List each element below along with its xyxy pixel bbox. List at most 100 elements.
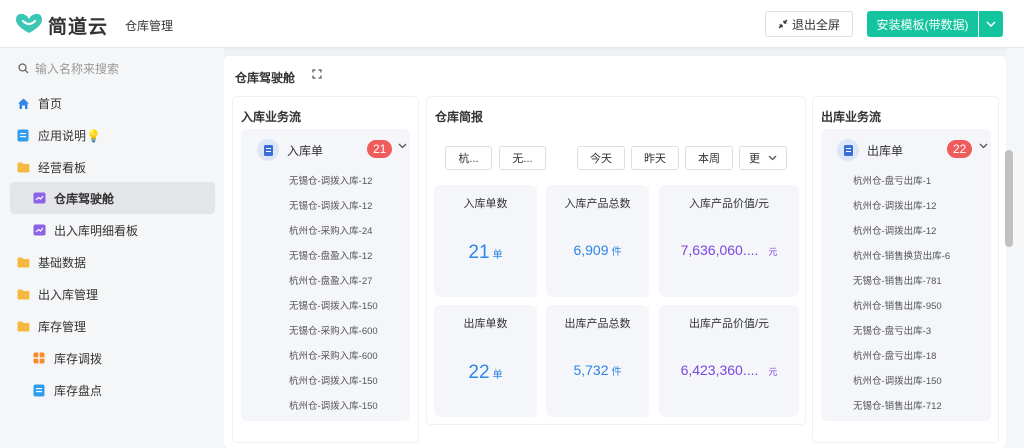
exit-fullscreen-button[interactable]: 退出全屏 [765, 11, 853, 37]
sidebar-search[interactable]: 输入名称来搜索 [18, 60, 119, 77]
sidebar-item-label: 首页 [38, 96, 63, 111]
warehouse-filter-1[interactable]: 杭... [445, 146, 492, 170]
list-item[interactable]: 杭州仓-盘亏出库-1 [821, 169, 991, 194]
sidebar-item-label: 出入库明细看板 [54, 223, 139, 238]
filter-this-week[interactable]: 本周 [685, 146, 733, 170]
list-item[interactable]: 无锡仓-销售出库-781 [821, 269, 991, 294]
stat-number: 7,636,060.... [680, 242, 759, 258]
list-item[interactable]: 杭州仓-销售换货出库-6 [821, 244, 991, 269]
install-dropdown-button[interactable] [979, 11, 1003, 37]
folder-icon [16, 255, 30, 269]
page-scrollbar-track[interactable] [1006, 48, 1024, 448]
stat-label: 入库产品总数 [564, 198, 631, 210]
doc-name: 出库单 [867, 143, 904, 158]
fullscreen-icon[interactable] [312, 69, 322, 79]
install-template-button[interactable]: 安装模板(带数据) [867, 11, 978, 37]
list-item[interactable]: 杭州仓-盘盈入库-27 [241, 269, 410, 294]
sidebar-item-label: 应用说明💡 [38, 128, 101, 143]
list-item[interactable]: 杭州仓-采购入库-600 [241, 344, 410, 369]
sidebar-item-app-guide[interactable]: 应用说明💡 [10, 119, 215, 151]
list-item[interactable]: 无锡仓-调拨入库-12 [241, 169, 410, 194]
logo-text: 简道云 [48, 17, 109, 38]
list-item[interactable]: 无锡仓-调拨入库-150 [241, 294, 410, 319]
exit-fullscreen-label: 退出全屏 [791, 17, 840, 32]
folder-icon [16, 287, 30, 301]
stat-label: 出库产品价值/元 [688, 318, 770, 330]
warehouse-filter-2[interactable]: 无... [499, 146, 546, 170]
stat-unit: 单 [492, 370, 503, 381]
sidebar-item-label: 经营看板 [38, 160, 87, 175]
list-item[interactable]: 杭州仓-调拨出库-150 [821, 369, 991, 394]
sidebar-item-label: 库存管理 [38, 319, 87, 334]
app-title: 仓库管理 [125, 19, 174, 33]
stat-number: 21 [468, 242, 490, 263]
filter-today[interactable]: 今天 [577, 146, 625, 170]
chevron-down-icon [986, 21, 996, 27]
stat-unit: 件 [611, 247, 622, 258]
list-item[interactable]: 杭州仓-销售出库-950 [821, 294, 991, 319]
folder-icon [16, 160, 30, 174]
chevron-down-icon[interactable] [979, 143, 988, 149]
list-item[interactable]: 无锡仓-销售出库-712 [821, 394, 991, 419]
sidebar-item-label: 基础数据 [38, 255, 87, 270]
stat-value: 7,636,060.... 元 [659, 242, 799, 258]
stat-number: 5,732 [573, 362, 609, 378]
stat-label: 出库产品总数 [564, 318, 631, 330]
stat-value: 22 单 [434, 362, 537, 384]
list-item[interactable]: 杭州仓-调拨出库-12 [821, 219, 991, 244]
outbound-doc-head[interactable]: 出库单 [837, 139, 903, 161]
chevron-down-icon[interactable] [398, 143, 407, 149]
page-scrollbar-thumb[interactable] [1005, 150, 1013, 247]
home-icon [16, 96, 30, 110]
stat-value: 6,909 件 [546, 242, 649, 258]
sidebar-item-basic-data[interactable]: 基础数据 [10, 246, 215, 278]
list-item[interactable]: 杭州仓-采购入库-24 [241, 219, 410, 244]
folder-icon [16, 319, 30, 333]
doc-name: 入库单 [287, 143, 324, 158]
inbound-doc-head[interactable]: 入库单 [257, 139, 323, 161]
install-template-label: 安装模板(带数据) [876, 17, 969, 32]
sidebar-item-home[interactable]: 首页 [10, 87, 215, 119]
stat-outbound-products: 出库产品总数 5,732 件 [546, 305, 649, 417]
sidebar-item-label: 仓库驾驶舱 [54, 191, 115, 206]
shrink-icon [778, 19, 788, 29]
filter-more-label: 更 [749, 153, 760, 165]
stat-value: 6,423,360.... 元 [659, 362, 799, 378]
app-header: 简道云 仓库管理 退出全屏 安装模板(带数据) [0, 0, 1024, 48]
sidebar-item-business-board[interactable]: 经营看板 [10, 151, 215, 183]
sidebar-item-warehouse-cockpit[interactable]: 仓库驾驶舱 [10, 182, 215, 214]
doc-icon [16, 128, 30, 142]
dashboard-icon [32, 191, 46, 205]
filter-yesterday[interactable]: 昨天 [631, 146, 679, 170]
sidebar-item-inventory-transfer[interactable]: 库存调拨 [10, 342, 215, 374]
search-placeholder: 输入名称来搜索 [35, 62, 120, 76]
list-item[interactable]: 杭州仓-盘亏出库-18 [821, 344, 991, 369]
doc-icon [32, 383, 46, 397]
sidebar-item-inout-detail-board[interactable]: 出入库明细看板 [10, 214, 215, 246]
dashboard-icon [32, 223, 46, 237]
inbound-list: 无锡仓-调拨入库-12 无锡仓-调拨入库-12 杭州仓-采购入库-24 无锡仓-… [241, 169, 410, 419]
outbound-card: 出库单 22 杭州仓-盘亏出库-1 杭州仓-调拨出库-12 杭州仓-调拨出库-1… [821, 129, 991, 421]
sidebar-item-inout-management[interactable]: 出入库管理 [10, 278, 215, 310]
list-item[interactable]: 杭州仓-调拨入库-150 [241, 369, 410, 394]
list-item[interactable]: 无锡仓-采购入库-600 [241, 319, 410, 344]
list-item[interactable]: 杭州仓-调拨入库-150 [241, 394, 410, 419]
panel-title: 入库业务流 [241, 110, 302, 124]
sidebar-item-inventory-count[interactable]: 库存盘点 [10, 374, 215, 406]
stat-number: 6,423,360.... [680, 362, 759, 378]
list-item[interactable]: 无锡仓-盘盈入库-12 [241, 244, 410, 269]
list-item[interactable]: 无锡仓-调拨入库-12 [241, 194, 410, 219]
stat-inbound-value: 入库产品价值/元 7,636,060.... 元 [659, 185, 799, 297]
dashboard-area: 仓库驾驶舱 入库业务流 入库单 21 无锡仓-调拨入库-12 无锡仓-调拨入库-… [224, 56, 1006, 448]
stat-label: 出库单数 [463, 318, 508, 330]
list-item[interactable]: 杭州仓-调拨出库-12 [821, 194, 991, 219]
filter-more[interactable]: 更 [739, 146, 787, 170]
sidebar-item-inventory-management[interactable]: 库存管理 [10, 310, 215, 342]
stat-outbound-value: 出库产品价值/元 6,423,360.... 元 [659, 305, 799, 417]
stat-number: 22 [468, 362, 490, 383]
stat-unit: 元 [768, 247, 778, 257]
stat-value: 5,732 件 [546, 362, 649, 378]
list-item[interactable]: 无锡仓-盘亏出库-3 [821, 319, 991, 344]
stat-unit: 元 [768, 367, 778, 377]
stat-label: 入库单数 [463, 198, 508, 210]
